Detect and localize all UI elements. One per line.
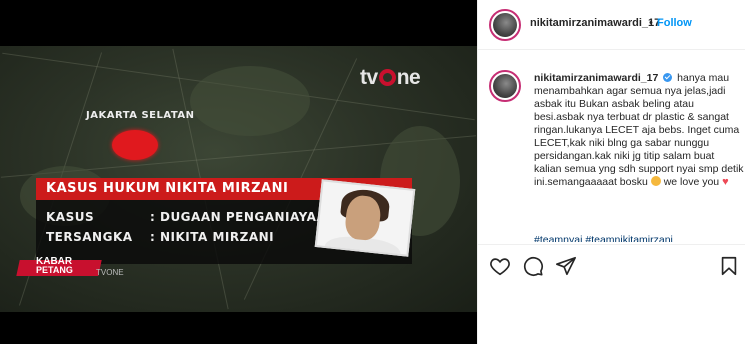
tvone-logo: tv ne [360, 66, 421, 89]
post-media[interactable]: tv ne JAKARTA SELATAN KASUS HUKUM NIKITA … [0, 0, 477, 344]
caption-text-end: we love you [663, 176, 723, 188]
case-value: : NIKITA MIRZANI [150, 230, 275, 244]
emoji-icon [650, 176, 661, 186]
separator-dot: • [649, 17, 653, 29]
region-marker [112, 130, 158, 160]
follow-button[interactable]: Follow [657, 17, 692, 29]
case-value: : DUGAAN PENGANIAYAAN [150, 210, 337, 224]
program-subtitle: TVONE [96, 268, 124, 277]
case-row-kasus: KASUS : DUGAAN PENGANIAYAAN [46, 210, 336, 224]
caption: nikitamirzanimawardi_17 hanya mau menamb… [534, 72, 744, 189]
bookmark-icon[interactable] [718, 255, 740, 277]
comment-icon[interactable] [522, 255, 544, 277]
post-panel: nikitamirzanimawardi_17 • Follow nikitam… [477, 0, 745, 344]
verified-badge-icon [663, 73, 673, 82]
share-icon[interactable] [555, 255, 577, 277]
case-label: KASUS [46, 210, 95, 224]
header-username[interactable]: nikitamirzanimawardi_17 [530, 17, 660, 29]
suspect-photo [314, 179, 416, 257]
post-header: nikitamirzanimawardi_17 • Follow [478, 0, 745, 50]
region-label: JAKARTA SELATAN [86, 110, 195, 121]
caption-hashtags[interactable]: #teamnyai #teamnikitamirzani [534, 234, 744, 242]
case-title: KASUS HUKUM NIKITA MIRZANI [46, 181, 289, 196]
red-heart-icon: ♥ [722, 176, 729, 188]
heart-icon[interactable] [489, 255, 511, 277]
caption-text: hanya mau menambahkan agar semua nya jel… [534, 72, 744, 188]
case-label: TERSANGKA [46, 230, 133, 244]
avatar[interactable] [489, 9, 521, 41]
program-name: KABAR PETANG [36, 256, 73, 275]
caption-username[interactable]: nikitamirzanimawardi_17 [534, 72, 658, 84]
case-row-tersangka: TERSANGKA : NIKITA MIRZANI [46, 230, 274, 244]
caption-avatar[interactable] [489, 70, 521, 102]
video-frame[interactable]: tv ne JAKARTA SELATAN KASUS HUKUM NIKITA … [0, 46, 477, 312]
action-bar [478, 244, 745, 284]
